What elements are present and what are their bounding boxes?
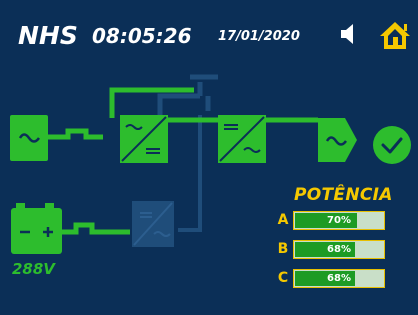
home-icon[interactable] (378, 20, 412, 50)
phase-label: B (277, 241, 289, 257)
phase-label: C (277, 270, 289, 286)
phase-c-bar: 68% (293, 269, 385, 288)
phase-b-bar: 68% (293, 240, 385, 259)
power-title: POTÊNCIA (294, 185, 393, 205)
speaker-icon[interactable] (339, 22, 359, 46)
bypass-line (157, 74, 218, 115)
phase-c-value: 68% (327, 273, 351, 284)
clock-time: 08:05:26 (92, 24, 192, 48)
phase-a-bar: 70% (293, 211, 385, 230)
ups-screen: NHS 08:05:26 17/01/2020 POTÊNCIA A 70% B… (0, 0, 418, 315)
input-line (48, 128, 103, 140)
phase-a-value: 70% (327, 215, 351, 226)
phase-b-value: 68% (327, 244, 351, 255)
battery-icon (11, 203, 62, 254)
nhs-logo: NHS (18, 21, 78, 50)
output-block (318, 118, 357, 162)
clock-date: 17/01/2020 (218, 29, 300, 44)
battery-line (62, 222, 130, 235)
battery-voltage: 288V (12, 260, 55, 278)
status-circle (373, 126, 411, 164)
charger-line (178, 115, 202, 232)
phase-label: A (277, 212, 289, 228)
